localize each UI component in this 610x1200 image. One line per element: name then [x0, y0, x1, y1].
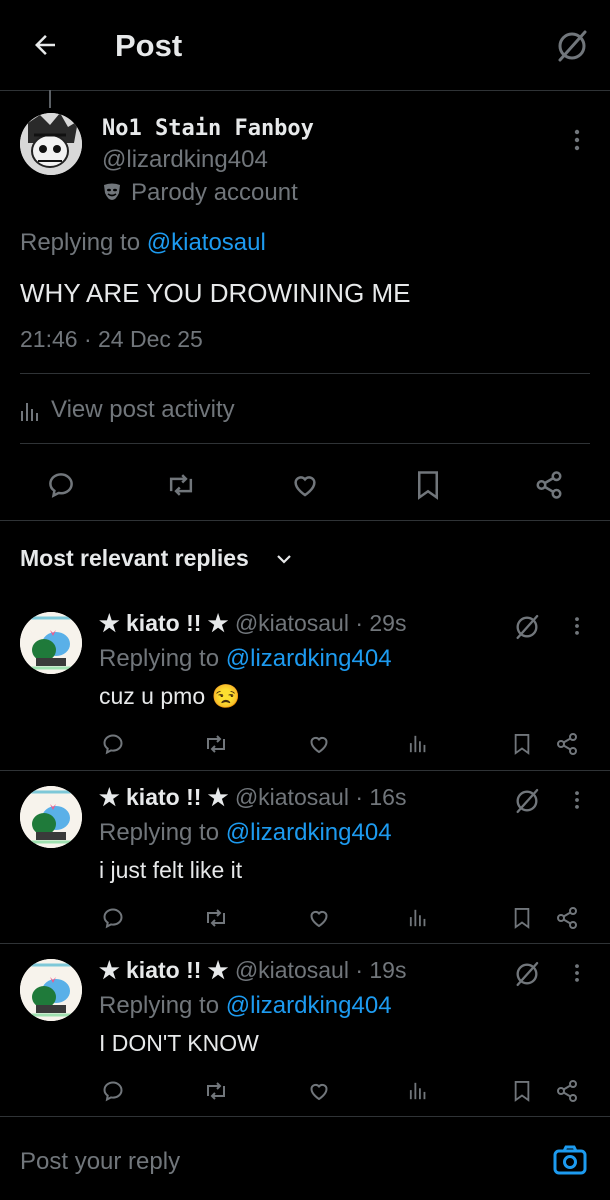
grok-icon[interactable] — [513, 613, 541, 641]
replying-to-link[interactable]: @lizardking404 — [226, 645, 392, 672]
like-icon[interactable] — [290, 470, 320, 500]
grok-icon[interactable] — [513, 960, 541, 988]
reply-handle[interactable]: @kiatosaul — [235, 957, 349, 983]
reply-composer[interactable]: Post your reply — [0, 1128, 610, 1200]
reply-time: · 16s — [355, 784, 407, 810]
post-action-bar — [0, 465, 610, 505]
share-icon[interactable] — [555, 906, 579, 930]
reply-replying-to: Replying to @lizardking404 — [99, 819, 392, 847]
reply-icon[interactable] — [101, 1079, 125, 1103]
reply-icon[interactable] — [101, 906, 125, 930]
replying-prefix: Replying to — [99, 992, 220, 1019]
reply-avatar[interactable] — [20, 612, 82, 674]
repost-icon[interactable] — [203, 906, 229, 930]
replies-sort-dropdown[interactable]: Most relevant replies — [20, 545, 291, 575]
share-icon[interactable] — [534, 470, 564, 500]
bookmark-icon[interactable] — [512, 732, 532, 756]
replying-prefix: Replying to — [99, 819, 220, 846]
reply-avatar[interactable] — [20, 786, 82, 848]
bookmark-icon[interactable] — [512, 906, 532, 930]
reply-handle[interactable]: @kiatosaul — [235, 784, 349, 810]
chevron-down-icon — [276, 553, 292, 565]
back-arrow-icon[interactable] — [30, 30, 60, 60]
replies-sort-label: Most relevant replies — [20, 545, 249, 571]
like-icon[interactable] — [307, 1079, 331, 1103]
replying-prefix: Replying to — [20, 229, 141, 256]
header: Post — [0, 0, 610, 90]
like-icon[interactable] — [307, 732, 331, 756]
grok-icon[interactable] — [513, 787, 541, 815]
thread-line — [49, 90, 51, 108]
analytics-icon[interactable] — [409, 909, 429, 927]
bookmark-icon[interactable] — [512, 1079, 532, 1103]
post-display-name[interactable]: No1 Stain Fanboy — [102, 116, 314, 141]
reply-action-bar — [0, 729, 610, 757]
reply-more-icon[interactable] — [571, 962, 583, 984]
reply-action-bar — [0, 1076, 610, 1104]
analytics-icon — [20, 403, 42, 421]
analytics-icon[interactable] — [409, 1082, 429, 1100]
reply-display-name[interactable]: ★ kiato !! ★ — [99, 784, 228, 810]
reply-time: · 19s — [355, 957, 407, 983]
reply-icon[interactable] — [46, 470, 76, 500]
reply-header: ★ kiato !! ★ @kiatosaul · 16s — [99, 784, 406, 811]
reply-icon[interactable] — [101, 732, 125, 756]
reply-more-icon[interactable] — [571, 789, 583, 811]
parody-mask-icon — [102, 182, 122, 202]
reply-replying-to: Replying to @lizardking404 — [99, 645, 392, 673]
replying-to-link[interactable]: @lizardking404 — [226, 992, 392, 1019]
page-title: Post — [115, 28, 183, 63]
reply-input[interactable]: Post your reply — [20, 1148, 180, 1176]
post-text: WHY ARE YOU DROWINING ME — [20, 278, 411, 308]
reply-header: ★ kiato !! ★ @kiatosaul · 29s — [99, 610, 406, 637]
reply-text: I DON'T KNOW — [99, 1030, 259, 1056]
view-post-activity-label: View post activity — [51, 396, 235, 423]
post-replying-to: Replying to @kiatosaul — [20, 229, 266, 257]
share-icon[interactable] — [555, 732, 579, 756]
replying-prefix: Replying to — [99, 645, 220, 672]
reply-header: ★ kiato !! ★ @kiatosaul · 19s — [99, 957, 406, 984]
repost-icon[interactable] — [203, 732, 229, 756]
replying-to-link[interactable]: @kiatosaul — [147, 229, 266, 256]
camera-icon[interactable] — [553, 1144, 587, 1176]
reply-text: i just felt like it — [99, 857, 243, 883]
repost-icon[interactable] — [203, 1079, 229, 1103]
avatar[interactable] — [20, 113, 82, 175]
reply-more-icon[interactable] — [571, 615, 583, 637]
reply-item[interactable]: ★ kiato !! ★ @kiatosaul · 16s Replying t… — [0, 771, 610, 943]
analytics-icon[interactable] — [409, 735, 429, 753]
repost-icon[interactable] — [165, 470, 197, 500]
reply-avatar[interactable] — [20, 959, 82, 1021]
like-icon[interactable] — [307, 906, 331, 930]
reply-replying-to: Replying to @lizardking404 — [99, 992, 392, 1020]
reply-text: cuz u pmo 😒 — [99, 683, 241, 709]
reply-handle[interactable]: @kiatosaul — [235, 610, 349, 636]
reply-time: · 29s — [355, 610, 407, 636]
reply-item[interactable]: ★ kiato !! ★ @kiatosaul · 29s Replying t… — [0, 597, 610, 769]
post-handle[interactable]: @lizardking404 — [102, 146, 268, 174]
reply-action-bar — [0, 903, 610, 931]
reply-item[interactable]: ★ kiato !! ★ @kiatosaul · 19s Replying t… — [0, 944, 610, 1116]
parody-label: Parody account — [131, 179, 298, 206]
replying-to-link[interactable]: @lizardking404 — [226, 819, 392, 846]
bookmark-icon[interactable] — [414, 470, 442, 500]
reply-display-name[interactable]: ★ kiato !! ★ — [99, 957, 228, 983]
reply-display-name[interactable]: ★ kiato !! ★ — [99, 610, 228, 636]
post-more-icon[interactable] — [570, 128, 584, 152]
post-timestamp: 21:46 · 24 Dec 25 — [20, 326, 203, 352]
grok-icon[interactable] — [554, 28, 590, 64]
share-icon[interactable] — [555, 1079, 579, 1103]
